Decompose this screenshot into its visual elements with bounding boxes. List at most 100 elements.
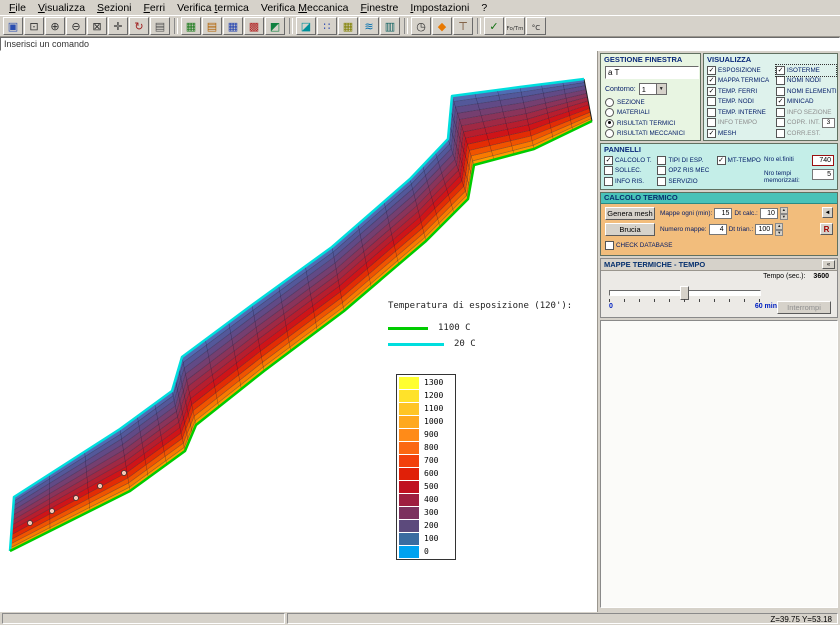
menu-visualizza[interactable]: Visualizza — [32, 2, 91, 14]
time-slider[interactable] — [609, 285, 759, 302]
hammer-button[interactable]: ⊤ — [453, 17, 473, 35]
checkbox[interactable] — [605, 241, 614, 250]
spinner-down-icon[interactable]: ▼ — [775, 230, 783, 237]
command-input-text[interactable]: Inserisci un comando — [4, 39, 89, 49]
radio-sezione[interactable]: SEZIONE — [605, 97, 685, 108]
radio-button[interactable] — [605, 98, 614, 107]
visualizza-check-temp-interne[interactable]: TEMP. INTERNE — [707, 107, 776, 118]
visualizza-check-isoterme[interactable]: ✓ISOTERME — [776, 65, 836, 76]
genera-mesh-button[interactable]: Genera mesh — [605, 207, 655, 220]
command-bar[interactable]: Inserisci un comando — [0, 37, 840, 51]
elements-button[interactable]: ▦ — [338, 17, 358, 35]
thermal-map-view-button[interactable]: ▩ — [244, 17, 264, 35]
menu-verifica-termica[interactable]: Verifica termica — [171, 2, 255, 14]
visualizza-check-nomi-elementi[interactable]: NOMI ELEMENTI — [776, 86, 836, 97]
checkbox[interactable] — [657, 177, 666, 186]
isotherms-button[interactable]: ≋ — [359, 17, 379, 35]
calcolo-check-check-database[interactable]: CHECK DATABASE — [605, 240, 672, 251]
fo-tm-button[interactable]: Fo/Tm — [505, 17, 525, 35]
menu-impostazioni[interactable]: Impostazioni — [404, 2, 475, 14]
materials-view-button[interactable]: ◩ — [265, 17, 285, 35]
pan-button[interactable]: ✛ — [108, 17, 128, 35]
redraw-button[interactable]: ↻ — [129, 17, 149, 35]
radio-button[interactable] — [605, 129, 614, 138]
pannelli-check-sollec[interactable]: SOLLEC. — [604, 166, 657, 177]
checkbox[interactable]: ✓ — [707, 129, 716, 138]
radio-button[interactable] — [605, 108, 614, 117]
minicad-button[interactable]: ▥ — [380, 17, 400, 35]
checkbox[interactable] — [707, 118, 716, 127]
checkbox[interactable] — [707, 108, 716, 117]
visualizza-check-nomi-nodi[interactable]: NOMI NODI — [776, 76, 836, 87]
dt-trian-field[interactable]: 100 — [755, 224, 773, 235]
pannelli-check-servizio[interactable]: SERVIZIO — [657, 176, 716, 187]
copr-int-field[interactable]: 3 — [822, 118, 835, 128]
radio-risultati-termici[interactable]: RISULTATI TERMICI — [605, 118, 685, 129]
checkbox[interactable] — [776, 87, 785, 96]
menu-verifica-meccanica[interactable]: Verifica Meccanica — [255, 2, 355, 14]
checkbox[interactable] — [604, 166, 613, 175]
new-window-button[interactable]: ▣ — [3, 17, 23, 35]
chevron-down-icon[interactable]: ▼ — [656, 84, 666, 94]
checkbox[interactable] — [776, 76, 785, 85]
temp-c-button[interactable]: °C — [526, 17, 546, 35]
print-button[interactable]: ▤ — [150, 17, 170, 35]
visualizza-check-info-sezione[interactable]: INFO SEZIONE — [776, 107, 836, 118]
mesh-view-button[interactable]: ▦ — [223, 17, 243, 35]
checkbox[interactable]: ✓ — [717, 156, 726, 165]
menu-finestre[interactable]: Finestre — [354, 2, 404, 14]
interrompi-button[interactable]: Interrompi — [777, 301, 831, 314]
visualizza-check-temp-ferri[interactable]: ✓TEMP. FERRI — [707, 86, 776, 97]
numero-mappe-field[interactable]: 4 — [709, 224, 727, 235]
zoom-extents-button[interactable]: ⊠ — [87, 17, 107, 35]
radio-risultati-meccanici[interactable]: RISULTATI MECCANICI — [605, 129, 685, 140]
radio-button[interactable] — [605, 119, 614, 128]
dt-calc-spinner[interactable]: ▲▼ — [780, 207, 788, 220]
menu-file[interactable]: File — [3, 2, 32, 14]
visualizza-check-minicad[interactable]: ✓MINICAD — [776, 97, 836, 108]
finestra-name-input[interactable] — [605, 66, 699, 79]
menu-ferri[interactable]: Ferri — [138, 2, 172, 14]
checkbox[interactable]: ✓ — [604, 156, 613, 165]
radio-materiali[interactable]: MATERIALI — [605, 108, 685, 119]
section-view-button[interactable]: ▦ — [181, 17, 201, 35]
contorno-select[interactable]: 1 ▼ — [639, 83, 667, 95]
dt-calc-field[interactable]: 10 — [760, 208, 778, 219]
rebar-view-button[interactable]: ▤ — [202, 17, 222, 35]
checkbox[interactable] — [604, 177, 613, 186]
visualizza-check-corr-est[interactable]: CORR.EST. — [776, 128, 836, 139]
check-button[interactable]: ✓ — [484, 17, 504, 35]
visualizza-check-mesh[interactable]: ✓MESH — [707, 128, 776, 139]
zoom-out-button[interactable]: ⊖ — [66, 17, 86, 35]
panel-collapse-button[interactable]: « — [822, 260, 835, 269]
mappe-ogni-field[interactable]: 15 — [714, 208, 732, 219]
checkbox[interactable]: ✓ — [776, 66, 785, 75]
menu-[interactable]: ? — [475, 2, 493, 14]
spinner-down-icon[interactable]: ▼ — [780, 214, 788, 221]
info-time-button[interactable]: ◷ — [411, 17, 431, 35]
visualizza-check-info-tempo[interactable]: INFO TEMPO — [707, 118, 776, 129]
visualizza-check-temp-nodi[interactable]: TEMP. NODI — [707, 97, 776, 108]
nro-tempi-field[interactable]: 5 — [812, 169, 834, 180]
checkbox[interactable]: ✓ — [707, 76, 716, 85]
checkbox[interactable] — [657, 156, 666, 165]
dt-trian-spinner[interactable]: ▲▼ — [775, 223, 783, 236]
checkbox[interactable] — [776, 108, 785, 117]
checkbox[interactable] — [776, 129, 785, 138]
checkbox[interactable]: ✓ — [707, 66, 716, 75]
pannelli-check-opz-ris-mec[interactable]: OPZ RIS MEC — [657, 166, 716, 177]
checkbox[interactable]: ✓ — [776, 97, 785, 106]
zoom-window-button[interactable]: ⊡ — [24, 17, 44, 35]
exposure-sides-button[interactable]: ◪ — [296, 17, 316, 35]
checkbox[interactable] — [776, 118, 785, 127]
scroll-left-button[interactable]: ◄ — [822, 207, 833, 218]
drawing-canvas[interactable]: Temperatura di esposizione (120'): 1100 … — [0, 51, 597, 612]
nro-el-finiti-field[interactable]: 740 — [812, 155, 834, 166]
visualizza-check-copr-int[interactable]: COPR. INT.3 — [776, 118, 836, 129]
visualizza-check-mappa-termica[interactable]: ✓MAPPA TERMICA — [707, 76, 776, 87]
pannelli-check-calcolo-t[interactable]: ✓CALCOLO T. — [604, 155, 657, 166]
zoom-in-button[interactable]: ⊕ — [45, 17, 65, 35]
menu-sezioni[interactable]: Sezioni — [91, 2, 137, 14]
brucia-button[interactable]: Brucia — [605, 223, 655, 236]
r-button[interactable]: R — [820, 223, 833, 235]
